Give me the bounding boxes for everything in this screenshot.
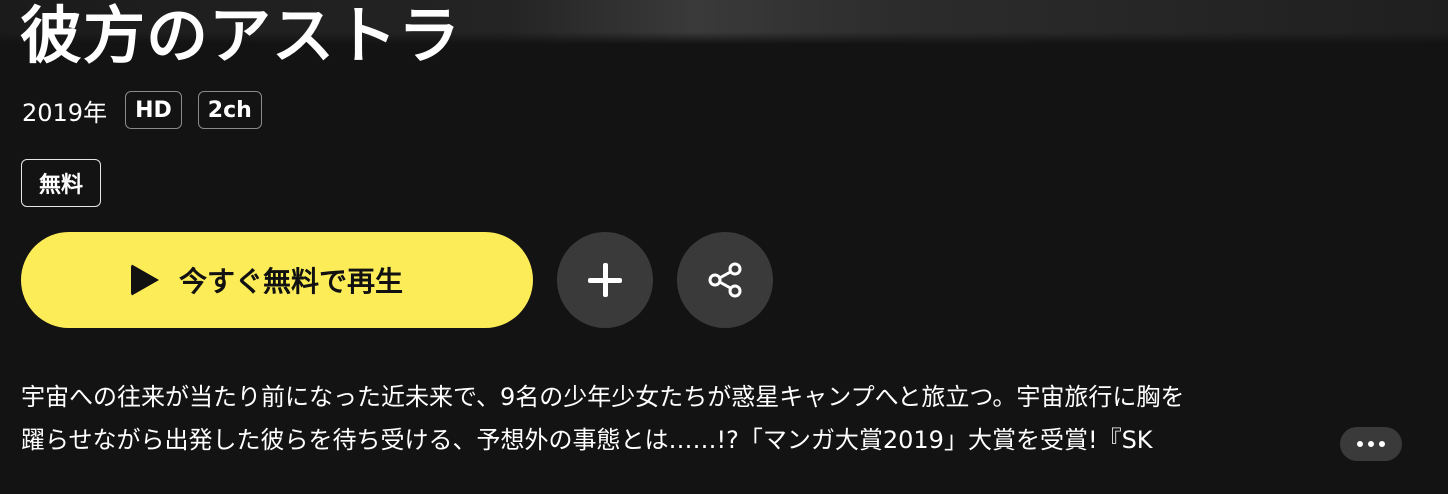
play-button[interactable]: 今すぐ無料で再生	[21, 232, 533, 328]
ellipsis-icon-dot	[1379, 441, 1385, 447]
audio-tag: 2ch	[197, 91, 262, 129]
share-button[interactable]	[677, 232, 773, 328]
add-to-list-button[interactable]	[557, 232, 653, 328]
read-more-button[interactable]	[1340, 427, 1402, 461]
ellipsis-icon	[1357, 441, 1363, 447]
plus-icon	[588, 263, 622, 297]
synopsis-line-1: 宇宙への往来が当たり前になった近未来で、9名の少年少女たちが惑星キャンプへと旅立…	[21, 383, 1185, 411]
share-icon	[708, 262, 742, 298]
free-badge: 無料	[21, 159, 101, 207]
synopsis: 宇宙への往来が当たり前になった近未来で、9名の少年少女たちが惑星キャンプへと旅立…	[21, 376, 1401, 462]
quality-tag: HD	[125, 91, 182, 129]
synopsis-line-2: 躍らせながら出発した彼らを待ち受ける、予想外の事態とは……!?「マンガ大賞201…	[21, 426, 1153, 454]
meta-row: 2019年 HD 2ch	[22, 89, 262, 131]
ellipsis-icon-dot	[1368, 441, 1374, 447]
page-title: 彼方のアストラ	[20, 0, 462, 72]
release-year: 2019年	[22, 98, 108, 127]
play-icon	[130, 264, 159, 296]
play-label: 今すぐ無料で再生	[178, 266, 403, 297]
detail-page: 彼方のアストラ 2019年 HD 2ch 無料 今すぐ無料で再生 宇宙への往来が…	[0, 0, 1448, 494]
